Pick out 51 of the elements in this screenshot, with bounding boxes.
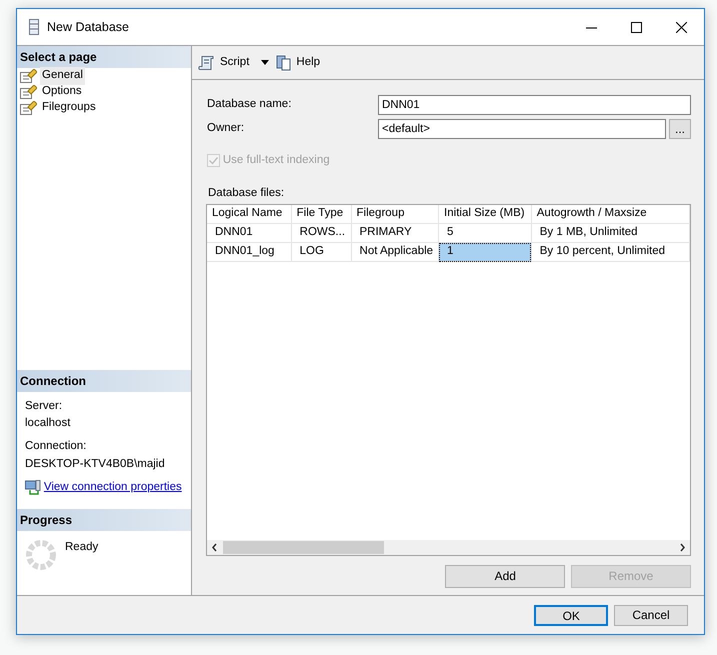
table-cell[interactable]: ROWS...: [291, 224, 352, 242]
page-item[interactable]: General: [40, 67, 85, 85]
column-header[interactable]: Autogrowth / Maxsize: [531, 204, 690, 224]
section-header: Select a page: [17, 46, 191, 68]
connection-value: DESKTOP-KTV4B0B\majid: [25, 456, 166, 472]
checkbox-label: Use full-text indexing: [222, 153, 330, 168]
section-header: Connection: [17, 370, 191, 392]
spinner-icon: [25, 539, 57, 571]
help-icon: [276, 54, 292, 70]
dropdown-caret-icon[interactable]: [261, 60, 270, 65]
column-header[interactable]: Initial Size (MB): [438, 204, 532, 224]
maximize-icon: [631, 22, 642, 32]
help-button[interactable]: Help: [296, 54, 320, 72]
database-icon: [29, 19, 39, 35]
database-name-field[interactable]: DNN01: [378, 95, 691, 115]
page-icon: [20, 69, 37, 83]
window-title: New Database: [47, 18, 129, 36]
scrollbar-thumb[interactable]: [223, 540, 384, 554]
page-item[interactable]: Options: [40, 83, 84, 101]
page-icon: [20, 85, 37, 99]
file-button[interactable]: Add: [445, 564, 566, 588]
table-cell[interactable]: DNN01_log: [207, 242, 292, 262]
owner-field[interactable]: <default>: [378, 119, 666, 139]
column-header[interactable]: Logical Name: [207, 204, 292, 224]
page-icon: [20, 101, 37, 115]
progress-status: Ready: [65, 540, 98, 555]
dialog-button[interactable]: OK: [534, 604, 608, 626]
table-cell[interactable]: By 10 percent, Unlimited: [531, 242, 690, 262]
script-button[interactable]: Script: [220, 54, 250, 72]
table-cell[interactable]: 1: [438, 242, 532, 262]
browse-button[interactable]: ...: [669, 119, 691, 139]
field-label: Owner:: [207, 121, 246, 136]
server-label: Server:: [25, 399, 64, 414]
connection-label: Connection:: [25, 439, 88, 454]
view-connection-properties-link[interactable]: View connection properties: [44, 478, 182, 496]
table-cell[interactable]: Not Applicable: [351, 242, 439, 262]
computer-icon: [25, 480, 41, 495]
section-header: Progress: [17, 509, 191, 531]
database-files-label: Database files:: [208, 186, 286, 202]
table-cell[interactable]: By 1 MB, Unlimited: [531, 224, 690, 242]
dialog-button[interactable]: Cancel: [614, 604, 688, 626]
table-cell[interactable]: LOG: [291, 242, 352, 262]
column-header[interactable]: Filegroup: [351, 204, 439, 224]
page-item[interactable]: Filegroups: [40, 99, 98, 117]
field-label: Database name:: [207, 97, 292, 112]
close-icon: [676, 22, 687, 32]
scroll-icon: [198, 54, 216, 70]
table-cell[interactable]: PRIMARY: [351, 224, 439, 242]
table-cell[interactable]: DNN01: [207, 224, 292, 242]
column-header[interactable]: File Type: [291, 204, 352, 224]
server-value: localhost: [25, 416, 72, 432]
